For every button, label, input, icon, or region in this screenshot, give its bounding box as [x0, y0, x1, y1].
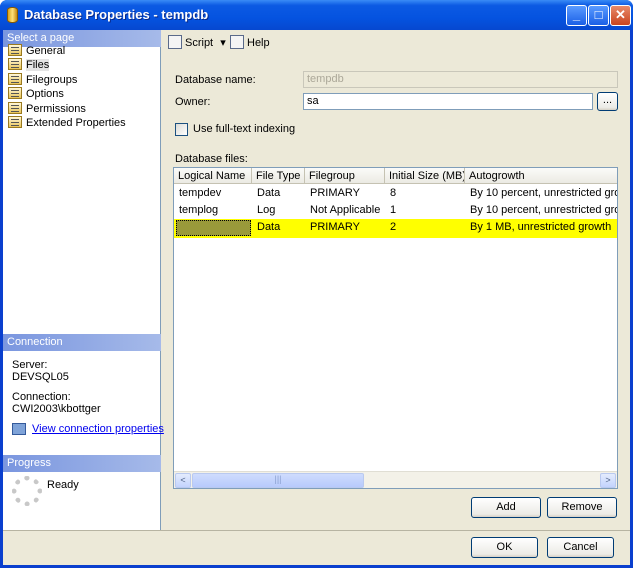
table-row[interactable]: tempdev Data PRIMARY 8 By 10 percent, un…	[174, 185, 617, 202]
logical-name-edit-cell[interactable]	[176, 220, 251, 236]
maximize-button[interactable]: □	[588, 5, 609, 26]
script-button[interactable]: Script ▾	[168, 35, 226, 51]
left-pane: Select a page General Files Filegroups O…	[3, 30, 164, 530]
help-label: Help	[247, 37, 270, 49]
cell-filegroup[interactable]: PRIMARY	[305, 185, 385, 202]
cell-autogrowth[interactable]: By 10 percent, unrestricted growth	[465, 202, 617, 219]
table-row-new[interactable]: Data PRIMARY 2 By 1 MB, unrestricted gro…	[174, 219, 617, 238]
cell-initial-size[interactable]: 2	[385, 219, 465, 236]
cell-filegroup[interactable]: Not Applicable	[305, 202, 385, 219]
cell-file-type[interactable]: Data	[252, 219, 305, 236]
cell-initial-size[interactable]: 8	[385, 185, 465, 202]
grid-header: Logical Name File Type Filegroup Initial…	[174, 168, 617, 184]
connection-header: Connection	[3, 334, 161, 351]
dialog-body: Select a page General Files Filegroups O…	[3, 30, 630, 565]
progress-header: Progress	[3, 455, 161, 472]
ok-button[interactable]: OK	[471, 537, 538, 558]
page-item-label: Filegroups	[26, 74, 78, 86]
progress-spinner-icon	[12, 476, 42, 506]
connection-value: CWI2003\kbottger	[12, 403, 101, 415]
fulltext-checkbox[interactable]	[175, 123, 188, 136]
script-label: Script	[185, 37, 214, 49]
page-icon	[8, 73, 22, 85]
owner-label: Owner:	[175, 96, 211, 108]
cell-file-type[interactable]: Data	[252, 185, 305, 202]
view-connection-properties-link[interactable]: View connection properties	[32, 423, 164, 435]
page-icon	[8, 87, 22, 99]
page-item-files[interactable]: Files	[8, 58, 50, 72]
cell-autogrowth[interactable]: By 1 MB, unrestricted growth	[465, 219, 617, 236]
owner-browse-button[interactable]: ...	[597, 92, 618, 111]
remove-button[interactable]: Remove	[547, 497, 617, 518]
column-header-filegroup[interactable]: Filegroup	[305, 168, 385, 184]
page-icon	[8, 102, 22, 114]
server-label: Server:	[12, 359, 48, 371]
fulltext-label[interactable]: Use full-text indexing	[193, 123, 295, 135]
progress-status: Ready	[47, 479, 79, 491]
script-icon	[168, 35, 182, 49]
script-dropdown-icon[interactable]: ▾	[220, 37, 226, 49]
horizontal-scrollbar[interactable]: < ||| >	[174, 471, 617, 488]
connection-properties-icon	[12, 423, 26, 435]
server-value: DEVSQL05	[12, 371, 69, 383]
page-item-label: Extended Properties	[26, 117, 126, 129]
column-header-file-type[interactable]: File Type	[252, 168, 305, 184]
cell-autogrowth[interactable]: By 10 percent, unrestricted growth	[465, 185, 617, 202]
page-item-label: General	[26, 45, 66, 57]
scrollbar-thumb[interactable]: |||	[192, 473, 364, 488]
owner-field[interactable]: sa	[303, 93, 593, 110]
column-header-autogrowth[interactable]: Autogrowth	[465, 168, 617, 184]
scroll-left-arrow-icon[interactable]: <	[175, 473, 191, 488]
database-name-field: tempdb	[303, 71, 618, 88]
cell-logical-name[interactable]: tempdev	[174, 185, 252, 202]
page-item-label: Files	[26, 59, 50, 71]
close-button[interactable]: ✕	[610, 5, 631, 26]
window-title: Database Properties - tempdb	[24, 7, 209, 22]
connection-label: Connection:	[12, 391, 71, 403]
page-icon	[8, 44, 22, 56]
database-icon	[7, 7, 18, 23]
scroll-right-arrow-icon[interactable]: >	[600, 473, 616, 488]
add-button[interactable]: Add	[471, 497, 541, 518]
help-icon	[230, 35, 244, 49]
page-item-permissions[interactable]: Permissions	[8, 102, 86, 116]
page-icon	[8, 58, 22, 70]
database-name-label: Database name:	[175, 74, 256, 86]
cell-file-type[interactable]: Log	[252, 202, 305, 219]
column-header-logical-name[interactable]: Logical Name	[174, 168, 252, 184]
page-item-filegroups[interactable]: Filegroups	[8, 73, 77, 87]
title-bar[interactable]: Database Properties - tempdb _ □ ✕	[0, 0, 633, 30]
page-item-label: Options	[26, 88, 64, 100]
minimize-button[interactable]: _	[566, 5, 587, 26]
help-button[interactable]: Help	[230, 35, 270, 51]
page-item-general[interactable]: General	[8, 44, 65, 58]
page-item-extended-properties[interactable]: Extended Properties	[8, 116, 126, 130]
column-header-initial-size[interactable]: Initial Size (MB)	[385, 168, 465, 184]
page-icon	[8, 116, 22, 128]
cell-initial-size[interactable]: 1	[385, 202, 465, 219]
database-files-label: Database files:	[175, 153, 248, 165]
toolbar: Script ▾ Help	[163, 30, 630, 56]
database-properties-window: Database Properties - tempdb _ □ ✕ Selec…	[0, 0, 633, 568]
cancel-button[interactable]: Cancel	[547, 537, 614, 558]
cell-filegroup[interactable]: PRIMARY	[305, 219, 385, 236]
cell-logical-name[interactable]: templog	[174, 202, 252, 219]
database-files-grid[interactable]: Logical Name File Type Filegroup Initial…	[173, 167, 618, 489]
table-row[interactable]: templog Log Not Applicable 1 By 10 perce…	[174, 202, 617, 219]
page-item-label: Permissions	[26, 103, 86, 115]
page-item-options[interactable]: Options	[8, 87, 64, 101]
